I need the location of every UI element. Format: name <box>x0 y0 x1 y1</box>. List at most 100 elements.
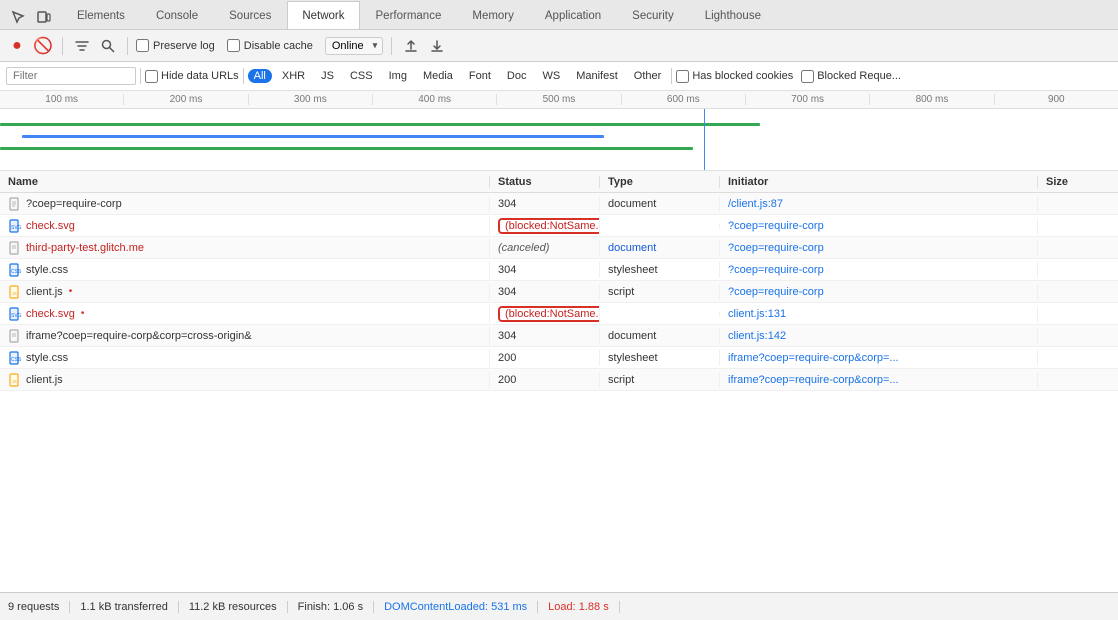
row3-name: third-party-test.glitch.me <box>0 239 490 257</box>
download-btn[interactable] <box>426 35 448 57</box>
table-row[interactable]: JS client.js • 304 script ?coep=require-… <box>0 281 1118 303</box>
ruler-300ms: 300 ms <box>248 94 372 105</box>
type-btn-js[interactable]: JS <box>315 69 340 83</box>
device-toolbar-btn[interactable] <box>32 5 56 29</box>
row1-name: ?coep=require-corp <box>0 195 490 213</box>
header-name[interactable]: Name <box>0 176 490 188</box>
row1-status: 304 <box>490 196 600 212</box>
row8-type: stylesheet <box>600 350 720 366</box>
table-row[interactable]: ?coep=require-corp 304 document /client.… <box>0 193 1118 215</box>
row8-status: 200 <box>490 350 600 366</box>
hide-data-urls-checkbox[interactable] <box>145 70 158 83</box>
type-btn-media[interactable]: Media <box>417 69 459 83</box>
row7-size <box>1038 334 1118 338</box>
type-btn-font[interactable]: Font <box>463 69 497 83</box>
ruler-200ms: 200 ms <box>123 94 247 105</box>
row7-status: 304 <box>490 328 600 344</box>
tab-lighthouse[interactable]: Lighthouse <box>690 1 776 29</box>
tab-performance[interactable]: Performance <box>361 1 457 29</box>
tab-elements[interactable]: Elements <box>62 1 140 29</box>
dot-indicator-2: • <box>81 308 85 319</box>
header-size[interactable]: Size <box>1038 176 1118 188</box>
status-finish: Finish: 1.06 s <box>288 601 374 613</box>
table-row[interactable]: CSS style.css 304 stylesheet ?coep=requi… <box>0 259 1118 281</box>
table-row[interactable]: SVG check.svg • (blocked:NotSame... clie… <box>0 303 1118 325</box>
filter-input[interactable] <box>6 67 136 85</box>
row5-name: JS client.js • <box>0 283 490 301</box>
svg-text:CSS: CSS <box>11 357 22 363</box>
has-blocked-cookies-checkbox[interactable] <box>676 70 689 83</box>
tab-sources[interactable]: Sources <box>214 1 286 29</box>
has-blocked-cookies-label[interactable]: Has blocked cookies <box>676 70 793 83</box>
row8-initiator-link[interactable]: iframe?coep=require-corp&corp=... <box>728 352 899 364</box>
waterfall-green-2 <box>0 147 693 150</box>
row5-type: script <box>600 284 720 300</box>
row6-initiator-link[interactable]: client.js:131 <box>728 308 786 320</box>
row3-size <box>1038 246 1118 250</box>
filter-btn[interactable] <box>71 35 93 57</box>
row9-initiator-link[interactable]: iframe?coep=require-corp&corp=... <box>728 374 899 386</box>
type-btn-other[interactable]: Other <box>628 69 668 83</box>
blocked-requests-label[interactable]: Blocked Reque... <box>801 70 901 83</box>
row5-initiator-link[interactable]: ?coep=require-corp <box>728 286 824 298</box>
type-btn-xhr[interactable]: XHR <box>276 69 311 83</box>
type-btn-img[interactable]: Img <box>383 69 413 83</box>
type-btn-manifest[interactable]: Manifest <box>570 69 624 83</box>
timeline-ruler: 100 ms 200 ms 300 ms 400 ms 500 ms 600 m… <box>0 91 1118 109</box>
ruler-100ms: 100 ms <box>0 94 123 105</box>
table-row[interactable]: iframe?coep=require-corp&corp=cross-orig… <box>0 325 1118 347</box>
preserve-log-label[interactable]: Preserve log <box>136 39 215 52</box>
disable-cache-label[interactable]: Disable cache <box>227 39 313 52</box>
timeline-bars <box>0 109 1118 171</box>
row2-initiator-link[interactable]: ?coep=require-corp <box>728 220 824 232</box>
select-element-btn[interactable] <box>6 5 30 29</box>
row3-status: (canceled) <box>490 240 600 256</box>
header-type[interactable]: Type <box>600 176 720 188</box>
blocked-requests-checkbox[interactable] <box>801 70 814 83</box>
throttle-select[interactable]: Online <box>325 37 383 55</box>
throttle-select-wrap: Online <box>325 37 383 55</box>
svg-text:JS: JS <box>12 291 17 296</box>
disable-cache-checkbox[interactable] <box>227 39 240 52</box>
row4-status: 304 <box>490 262 600 278</box>
row2-status: (blocked:NotSame... <box>490 216 600 236</box>
toolbar-divider-2 <box>127 37 128 55</box>
row6-size <box>1038 312 1118 316</box>
dot-indicator: • <box>69 286 73 297</box>
table-header: Name Status Type Initiator Size <box>0 171 1118 193</box>
upload-btn[interactable] <box>400 35 422 57</box>
hide-data-urls-label[interactable]: Hide data URLs <box>145 70 239 83</box>
table-row[interactable]: JS client.js 200 script iframe?coep=requ… <box>0 369 1118 391</box>
corner-icons <box>0 5 62 29</box>
tab-memory[interactable]: Memory <box>457 1 529 29</box>
table-row[interactable]: CSS style.css 200 stylesheet iframe?coep… <box>0 347 1118 369</box>
type-btn-css[interactable]: CSS <box>344 69 379 83</box>
preserve-log-checkbox[interactable] <box>136 39 149 52</box>
type-btn-ws[interactable]: WS <box>536 69 566 83</box>
search-btn[interactable] <box>97 35 119 57</box>
record-btn[interactable]: ● <box>6 35 28 57</box>
type-btn-doc[interactable]: Doc <box>501 69 533 83</box>
filter-divider-2 <box>243 68 244 84</box>
row6-status: (blocked:NotSame... <box>490 304 600 324</box>
tab-network[interactable]: Network <box>287 1 359 29</box>
header-initiator[interactable]: Initiator <box>720 176 1038 188</box>
tab-security[interactable]: Security <box>617 1 689 29</box>
row5-size <box>1038 290 1118 294</box>
status-resources: 11.2 kB resources <box>179 601 288 613</box>
row7-initiator-link[interactable]: client.js:142 <box>728 330 786 342</box>
table-row[interactable]: SVG check.svg (blocked:NotSame... ?coep=… <box>0 215 1118 237</box>
row1-initiator-link[interactable]: /client.js:87 <box>728 198 783 210</box>
doc-icon <box>8 197 22 211</box>
row3-initiator-link[interactable]: ?coep=require-corp <box>728 242 824 254</box>
clear-btn[interactable]: 🚫 <box>32 35 54 57</box>
header-status[interactable]: Status <box>490 176 600 188</box>
row3-type: document <box>600 240 720 256</box>
tab-application[interactable]: Application <box>530 1 616 29</box>
table-row[interactable]: third-party-test.glitch.me (canceled) do… <box>0 237 1118 259</box>
tab-bar: Elements Console Sources Network Perform… <box>0 0 1118 30</box>
row4-initiator-link[interactable]: ?coep=require-corp <box>728 264 824 276</box>
type-btn-all[interactable]: All <box>248 69 272 83</box>
tab-console[interactable]: Console <box>141 1 213 29</box>
network-table-area: Name Status Type Initiator Size ?coep=re… <box>0 171 1118 592</box>
